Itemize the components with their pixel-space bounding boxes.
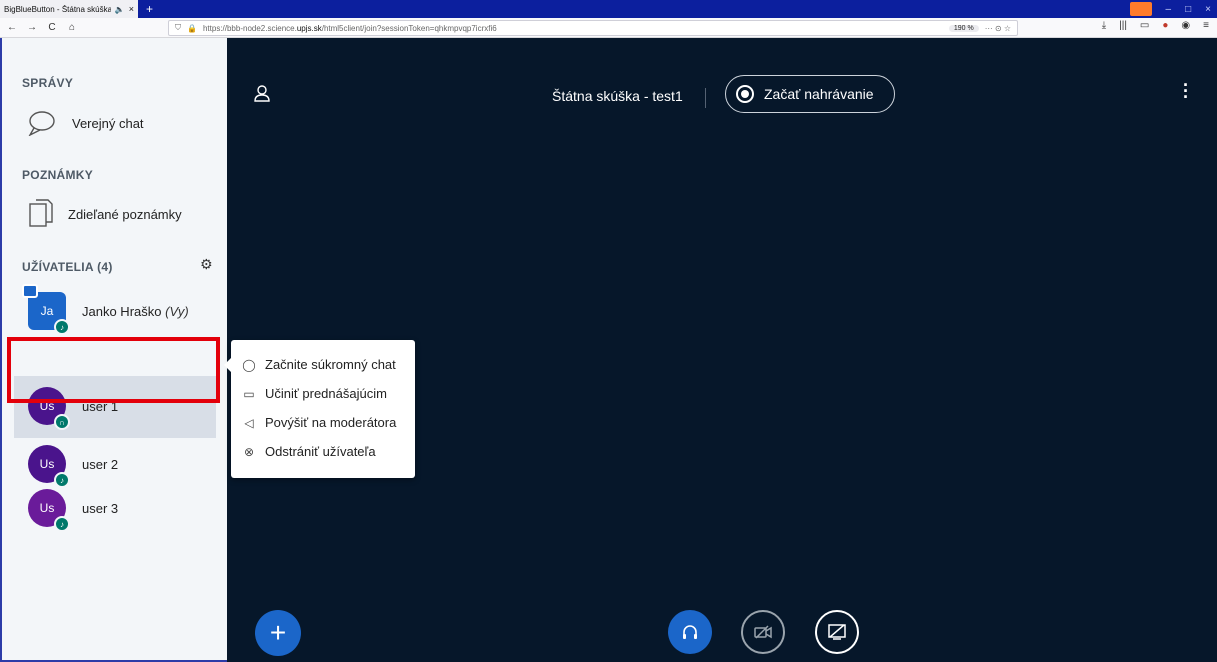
megaphone-icon: ◁ (244, 415, 254, 430)
tab-sound-icon[interactable]: 🔈 (115, 5, 125, 14)
user-name: user 3 (82, 500, 119, 516)
window-controls: – □ × (1129, 0, 1211, 18)
headphones-icon (683, 625, 697, 639)
users-section-title: UŽÍVATELIA (4) (22, 260, 113, 274)
screen-share-off-icon (828, 624, 846, 640)
browser-window: BigBlueButton - Štátna skúška - 🔈 × + – … (0, 0, 1217, 662)
minimize-icon[interactable]: – (1166, 4, 1172, 15)
toolbar-icons: ⤓ ||| ▭ ● ◉ ≡ (1102, 20, 1209, 31)
maximize-icon[interactable]: □ (1185, 4, 1191, 15)
user-context-menu: ◯ Začnite súkromný chat ▭ Učiniť prednáš… (224, 340, 415, 478)
user-row-user3[interactable]: Us ♪ user 3 (14, 480, 217, 536)
presenter-icon: ▭ (243, 386, 255, 401)
title-divider (705, 88, 706, 108)
notes-icon (29, 199, 53, 227)
download-icon[interactable]: ⤓ (1102, 20, 1106, 31)
tab-title: BigBlueButton - Štátna skúška - (4, 4, 111, 14)
browser-tab[interactable]: BigBlueButton - Štátna skúška - 🔈 × (0, 0, 138, 18)
actions-plus-button[interactable]: + (255, 610, 301, 656)
menu-item-label: Povýšiť na moderátora (265, 415, 397, 430)
make-presenter-menu-item[interactable]: ▭ Učiniť prednášajúcim (231, 379, 415, 408)
page-actions-icon[interactable]: ··· ⊙ ☆ (985, 24, 1011, 33)
public-chat-label: Verejný chat (72, 115, 144, 131)
sidebar-toggle-icon[interactable]: ▭ (1140, 20, 1149, 31)
menu-item-label: Začnite súkromný chat (265, 357, 396, 372)
url-bar[interactable]: ⛉ 🔒 https://bbb-node2.science.upjs.sk/ht… (168, 20, 1018, 36)
camera-off-icon (754, 625, 772, 639)
meeting-title: Štátna skúška - test1 (552, 88, 683, 104)
zoom-badge[interactable]: 190 % (948, 24, 979, 32)
menu-item-label: Učiniť prednášajúcim (265, 386, 387, 401)
promote-moderator-menu-item[interactable]: ◁ Povýšiť na moderátora (231, 408, 415, 437)
close-window-icon[interactable]: × (1205, 4, 1211, 15)
menu-icon[interactable]: ≡ (1203, 20, 1209, 31)
shared-notes-label: Zdieľané poznámky (68, 206, 182, 222)
account-icon[interactable]: ◉ (1181, 20, 1190, 31)
record-icon (736, 85, 754, 103)
options-menu-icon[interactable]: · · · (1183, 76, 1189, 106)
avatar-initials: Ja (40, 304, 54, 318)
reload-icon[interactable]: C (44, 22, 60, 33)
ublock-icon[interactable]: ● (1162, 20, 1168, 31)
back-icon[interactable]: ← (4, 22, 20, 33)
tab-bar: BigBlueButton - Štátna skúška - 🔈 × + – … (0, 0, 1217, 18)
notes-section-title: POZNÁMKY (22, 168, 94, 182)
record-label: Začať nahrávanie (764, 86, 874, 102)
tab-close-icon[interactable]: × (129, 4, 134, 14)
user-name: user 2 (82, 456, 119, 472)
share-screen-button[interactable] (815, 610, 859, 654)
gear-icon[interactable]: ⚙ (200, 256, 213, 273)
user-row-janko[interactable]: Ja ♪ Janko Hraško (Vy) (14, 283, 217, 339)
messages-section-title: SPRÁVY (22, 76, 74, 90)
avatar: Us ♪ (28, 489, 70, 532)
avatar: Ja ♪ (22, 284, 70, 335)
private-chat-menu-item[interactable]: ◯ Začnite súkromný chat (231, 350, 415, 379)
avatar-initials: Us (39, 501, 55, 515)
start-recording-button[interactable]: Začať nahrávanie (725, 75, 895, 113)
mic-badge-icon: ♪ (54, 516, 70, 532)
avatar: Us ♪ (28, 445, 70, 488)
chat-bubble-icon: ◯ (242, 357, 256, 372)
avatar-initials: Us (39, 457, 55, 471)
home-icon[interactable]: ⌂ (64, 22, 80, 33)
remove-user-menu-item[interactable]: ⊗ Odstrániť užívateľa (231, 437, 415, 466)
headphones-badge-icon: ∩ (54, 414, 70, 430)
mic-badge-icon: ♪ (54, 319, 70, 335)
audio-headphones-button[interactable] (668, 610, 712, 654)
share-camera-button[interactable] (741, 610, 785, 654)
new-tab-icon[interactable]: + (146, 2, 153, 16)
user-icon[interactable] (253, 84, 271, 102)
menu-item-label: Odstrániť užívateľa (265, 444, 376, 459)
nav-bar: ← → C ⌂ ⛉ 🔒 https://bbb-node2.science.up… (0, 18, 1217, 38)
lock-icon[interactable]: 🔒 (187, 24, 197, 33)
shield-icon[interactable]: ⛉ (175, 23, 181, 33)
library-icon[interactable]: ||| (1119, 20, 1127, 31)
forward-icon[interactable]: → (24, 22, 40, 33)
shared-notes-item[interactable]: Zdieľané poznámky (28, 198, 182, 230)
remove-icon: ⊗ (243, 444, 255, 459)
firefox-extension-icon[interactable] (1129, 2, 1152, 16)
presenter-badge-icon (22, 284, 38, 298)
public-chat-item[interactable]: Verejný chat (28, 110, 144, 136)
url-text: https://bbb-node2.science.upjs.sk/html5c… (202, 23, 497, 33)
chat-icon (28, 111, 55, 136)
user-name: Janko Hraško (Vy) (82, 303, 189, 319)
selection-highlight (7, 337, 220, 403)
